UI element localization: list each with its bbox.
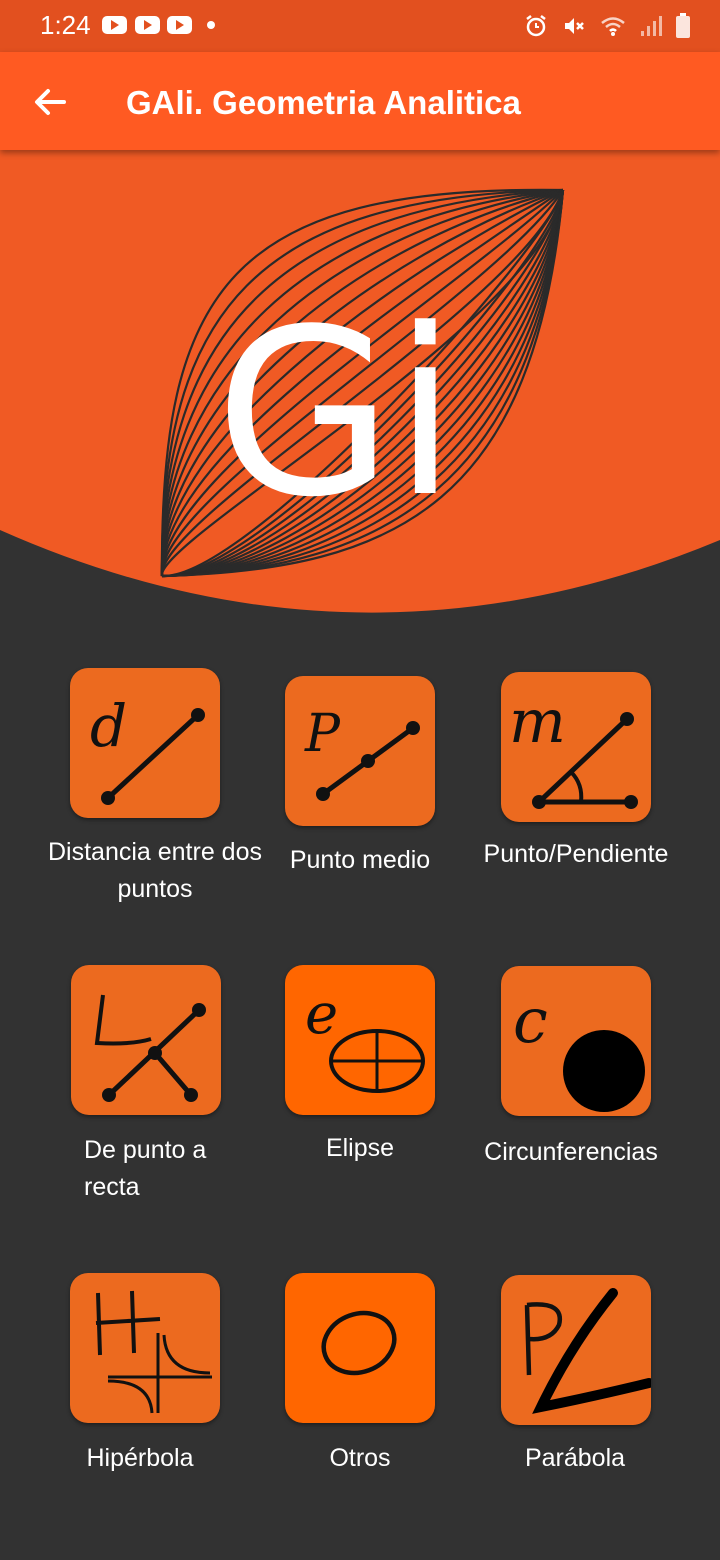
slope-icon: m bbox=[509, 687, 638, 809]
other-tile[interactable] bbox=[285, 1273, 435, 1423]
app-bar: GAli. Geometria Analitica bbox=[0, 52, 720, 150]
battery-icon bbox=[676, 13, 690, 38]
distance-icon: d bbox=[90, 692, 205, 805]
status-icons bbox=[524, 12, 690, 40]
other-icon bbox=[321, 1310, 397, 1376]
youtube-icon bbox=[167, 16, 192, 34]
parabola-icon bbox=[524, 1288, 651, 1414]
circle-tile[interactable]: c bbox=[501, 966, 651, 1116]
youtube-icon bbox=[102, 16, 127, 34]
status-bar: 1:24 bbox=[0, 0, 720, 52]
parabola-tile[interactable] bbox=[501, 1275, 651, 1425]
midpoint-icon: P bbox=[304, 704, 420, 801]
app-title: GAli. Geometria Analitica bbox=[126, 84, 521, 121]
svg-text:P: P bbox=[304, 704, 341, 764]
mute-icon bbox=[565, 18, 584, 34]
menu-label-otros[interactable]: Otros bbox=[260, 1440, 460, 1477]
hyperbola-icon bbox=[95, 1290, 212, 1414]
hyperbola-tile[interactable] bbox=[70, 1273, 220, 1423]
back-button[interactable] bbox=[28, 80, 72, 124]
midpoint-tile[interactable]: P bbox=[285, 676, 435, 826]
svg-text:e: e bbox=[305, 982, 338, 1047]
menu-label-punto-medio[interactable]: Punto medio bbox=[260, 842, 460, 879]
wifi-icon bbox=[601, 17, 625, 36]
menu-label-hiperbola[interactable]: Hipérbola bbox=[40, 1440, 240, 1477]
signal-icon bbox=[641, 16, 662, 36]
svg-text:m: m bbox=[509, 687, 566, 757]
arrow-left-icon bbox=[35, 89, 66, 115]
ellipse-icon: e bbox=[305, 982, 425, 1093]
logo-graphic: Gi bbox=[0, 150, 720, 613]
menu-label-distancia[interactable]: Distancia entre dos puntos bbox=[40, 834, 270, 908]
svg-text:c: c bbox=[513, 984, 548, 1057]
menu-label-circunferencias[interactable]: Circunferencias bbox=[460, 1134, 682, 1171]
menu-label-punto-recta[interactable]: De punto a recta bbox=[50, 1132, 284, 1206]
point-line-tile[interactable] bbox=[71, 965, 221, 1115]
logo-banner: Gi bbox=[0, 150, 720, 620]
youtube-icon bbox=[135, 16, 160, 34]
menu-label-elipse[interactable]: Elipse bbox=[260, 1130, 460, 1167]
menu-label-punto-recta-text: De punto a recta bbox=[84, 1136, 207, 1201]
point-line-icon bbox=[94, 994, 206, 1102]
ellipse-tile[interactable]: e bbox=[285, 965, 435, 1115]
distance-tile[interactable]: d bbox=[70, 668, 220, 818]
svg-text:d: d bbox=[90, 692, 127, 760]
menu-label-punto-pendiente[interactable]: Punto/Pendiente bbox=[460, 836, 692, 873]
circle-icon: c bbox=[513, 984, 645, 1112]
notification-dot-icon bbox=[207, 21, 215, 29]
slope-tile[interactable]: m bbox=[501, 672, 651, 822]
status-time: 1:24 bbox=[40, 10, 91, 40]
menu-label-parabola[interactable]: Parábola bbox=[475, 1440, 675, 1477]
alarm-icon bbox=[526, 15, 546, 37]
logo-text: Gi bbox=[215, 281, 457, 548]
